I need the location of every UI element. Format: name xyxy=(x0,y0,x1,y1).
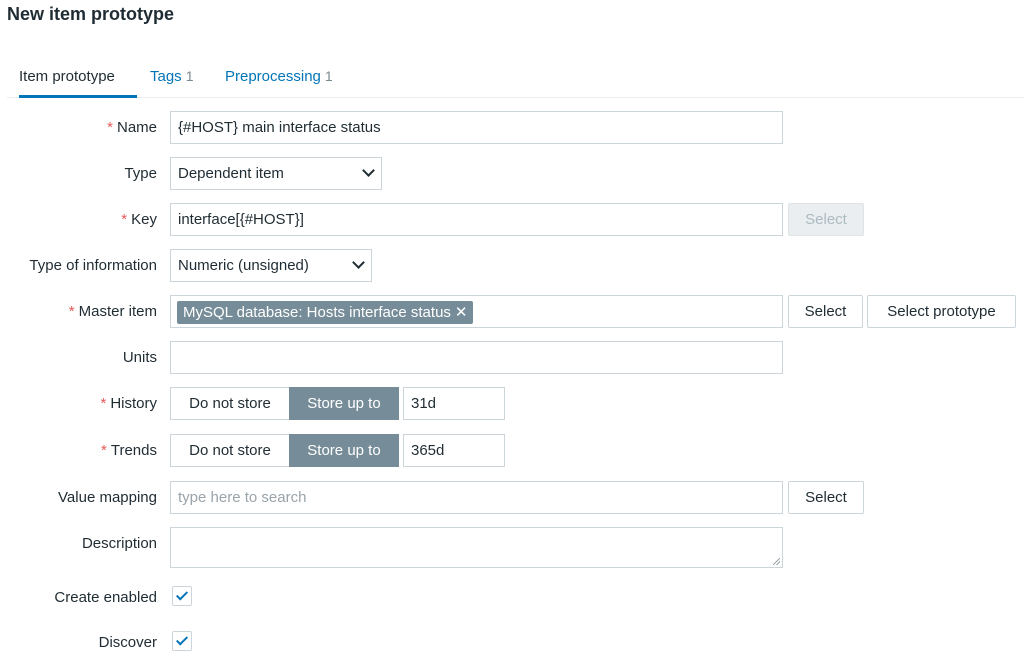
value-mapping-search-input[interactable]: type here to search xyxy=(170,481,783,514)
description-row: Description xyxy=(0,527,1024,568)
required-mark: * xyxy=(100,395,107,412)
create-enabled-checkbox[interactable] xyxy=(172,586,192,606)
tab-label: Preprocessing xyxy=(225,68,321,85)
tab-count: 1 xyxy=(324,68,333,84)
history-label: * History xyxy=(100,395,157,412)
type-of-information-row: Type of information Numeric (unsigned) xyxy=(0,249,1024,282)
required-mark: * xyxy=(68,303,75,320)
required-mark: * xyxy=(121,211,128,228)
required-mark: * xyxy=(101,442,107,459)
type-of-information-value: Numeric (unsigned) xyxy=(178,257,309,274)
type-of-information-select[interactable]: Numeric (unsigned) xyxy=(170,249,372,282)
value-mapping-row: Value mapping type here to search Select xyxy=(0,481,1024,514)
checkmark-icon xyxy=(175,633,189,646)
history-period-input[interactable]: 31d xyxy=(403,387,505,420)
master-item-label: * Master item xyxy=(69,303,157,320)
tab-bar: Item prototype Tags 1 Preprocessing 1 xyxy=(7,60,1024,98)
checkmark-icon xyxy=(175,588,189,601)
name-row: * Name {#HOST} main interface status xyxy=(0,111,1024,144)
key-input[interactable]: interface[{#HOST}] xyxy=(170,203,783,236)
value-mapping-label: Value mapping xyxy=(58,489,157,506)
tab-label: Item prototype xyxy=(19,68,115,85)
trends-do-not-store-toggle[interactable]: Do not store xyxy=(170,434,290,467)
resize-handle-icon[interactable] xyxy=(773,558,780,565)
close-icon[interactable]: ✕ xyxy=(455,304,468,321)
discover-label: Discover xyxy=(98,634,157,651)
create-enabled-row: Create enabled xyxy=(0,586,1024,608)
tab-tags[interactable]: Tags 1 xyxy=(150,60,193,98)
name-input[interactable]: {#HOST} main interface status xyxy=(170,111,783,144)
master-item-multiselect[interactable]: MySQL database: Hosts interface status ✕ xyxy=(170,295,783,328)
discover-checkbox[interactable] xyxy=(172,631,192,651)
required-mark: * xyxy=(107,119,113,136)
page-title: New item prototype xyxy=(7,4,175,24)
type-select[interactable]: Dependent item xyxy=(170,157,382,190)
tab-item-prototype[interactable]: Item prototype xyxy=(19,60,137,98)
chevron-down-icon xyxy=(362,164,375,177)
master-item-row: * Master item MySQL database: Hosts inter… xyxy=(0,295,1024,328)
history-do-not-store-toggle[interactable]: Do not store xyxy=(170,387,290,420)
master-item-select-prototype-button[interactable]: Select prototype xyxy=(867,295,1016,328)
units-input[interactable] xyxy=(170,341,783,374)
tab-preprocessing[interactable]: Preprocessing 1 xyxy=(225,60,333,98)
type-of-information-label: Type of information xyxy=(29,257,157,274)
trends-label: * Trends xyxy=(101,442,157,459)
key-row: * Key interface[{#HOST}] Select xyxy=(0,203,1024,236)
units-row: Units xyxy=(0,341,1024,374)
tab-label: Tags xyxy=(150,68,182,85)
master-item-select-button[interactable]: Select xyxy=(788,295,863,328)
units-label: Units xyxy=(122,349,157,366)
name-label-text: Name xyxy=(116,119,157,136)
history-store-up-to-toggle[interactable]: Store up to xyxy=(289,387,399,420)
master-item-chip: MySQL database: Hosts interface status ✕ xyxy=(177,301,474,324)
key-label-text: Key xyxy=(131,211,157,228)
trends-period-input[interactable]: 365d xyxy=(403,434,505,467)
trends-label-text: Trends xyxy=(110,442,157,459)
history-label-text: History xyxy=(110,395,157,412)
key-select-button[interactable]: Select xyxy=(788,203,864,236)
description-textarea[interactable] xyxy=(170,527,783,568)
tab-count: 1 xyxy=(185,68,194,84)
master-item-chip-label: MySQL database: Hosts interface status xyxy=(183,304,451,321)
discover-row: Discover xyxy=(0,631,1024,653)
history-row: * History Do not store Store up to 31d xyxy=(0,387,1024,420)
type-label: Type xyxy=(124,165,157,182)
type-select-value: Dependent item xyxy=(178,165,284,182)
description-label: Description xyxy=(81,535,157,552)
create-enabled-label: Create enabled xyxy=(54,589,157,606)
value-mapping-select-button[interactable]: Select xyxy=(788,481,864,514)
type-row: Type Dependent item xyxy=(0,157,1024,190)
trends-store-up-to-toggle[interactable]: Store up to xyxy=(289,434,399,467)
name-label: * Name xyxy=(107,119,157,136)
master-item-label-text: Master item xyxy=(78,303,157,320)
trends-row: * Trends Do not store Store up to 365d xyxy=(0,434,1024,467)
chevron-down-icon xyxy=(352,256,365,269)
key-label: * Key xyxy=(121,211,157,228)
